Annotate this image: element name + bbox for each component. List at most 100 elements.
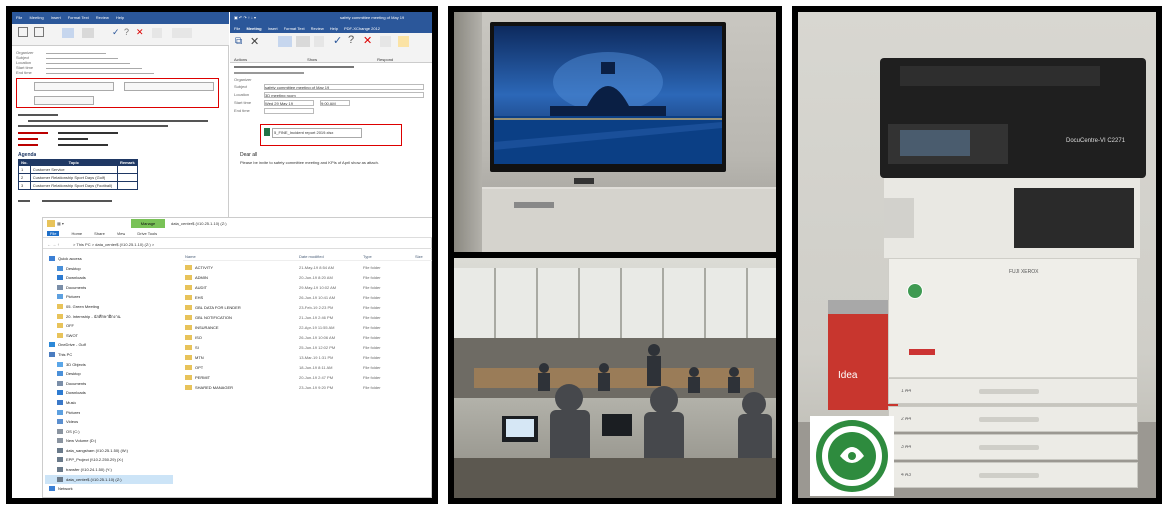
field-input[interactable] (46, 71, 154, 74)
file-row[interactable]: ADMIN 20-Jun-19 8:20 AM File folder (183, 273, 432, 283)
nav-item[interactable]: Downloads (45, 273, 173, 283)
file-row[interactable]: AUDIT 29-May-19 10:02 AM File folder (183, 283, 432, 293)
ribbon-tab[interactable]: Insert (268, 26, 278, 31)
qat-icons[interactable]: ▣ ↶ ↷ ↑ ↓ ▾ (234, 15, 256, 20)
col-date[interactable]: Date modified (299, 254, 324, 259)
nav-item[interactable]: OneDrive - Gulf (45, 340, 173, 350)
file-row[interactable]: SHARED MANAGER 23-Jun-19 9:20 PM File fold… (183, 383, 432, 393)
col-name[interactable]: Name (185, 254, 196, 259)
appointment-icon[interactable] (62, 28, 74, 38)
ribbon-tab[interactable]: Insert (51, 15, 61, 20)
nav-item[interactable]: Desktop (45, 264, 173, 274)
ribbon-tab[interactable]: File (47, 231, 60, 236)
nav-item[interactable]: OS (C:) (45, 427, 173, 437)
attachment-chip[interactable] (34, 96, 94, 105)
end-date-field[interactable] (264, 108, 314, 114)
tentative-icon[interactable]: ? (124, 27, 129, 37)
ribbon-tab[interactable]: Help (330, 26, 338, 31)
file-row[interactable]: ISO 26-Jun-19 10:06 AM File folder (183, 333, 432, 343)
tray-handle[interactable] (979, 417, 1039, 422)
ribbon-tab[interactable]: Help (116, 15, 124, 20)
ribbon-tab[interactable]: Format Text (284, 26, 305, 31)
field-input[interactable] (46, 51, 106, 54)
respond-icon[interactable] (398, 36, 409, 47)
ribbon-tab[interactable]: File (234, 26, 240, 31)
scheduling-icon[interactable] (82, 28, 94, 38)
nav-item[interactable]: Documents (45, 379, 173, 389)
ribbon-icon[interactable] (34, 27, 44, 37)
field-input[interactable] (46, 56, 118, 59)
subject-field[interactable]: safety committee meeting of May 19 (264, 84, 424, 90)
manage-tab[interactable]: Manage (131, 219, 165, 228)
ribbon-tab[interactable]: File (16, 15, 22, 20)
ribbon-tab[interactable]: Format Text (68, 15, 89, 20)
paper-tray[interactable]: 3 A4 (888, 434, 1138, 460)
nav-item[interactable]: Downloads (45, 388, 173, 398)
start-date-field[interactable]: Wed 29 May 19 (264, 100, 314, 106)
decline-icon[interactable]: ✕ (363, 34, 372, 47)
nav-item[interactable]: Videos (45, 417, 173, 427)
address-path[interactable]: > This PC > data_center$ (\\10.25.1.10) … (73, 242, 154, 247)
file-row[interactable]: EHS 26-Jun-19 10:41 AM File folder (183, 293, 432, 303)
ribbon-tab[interactable]: Review (311, 26, 324, 31)
ribbon-tab[interactable]: Meeting (246, 26, 261, 31)
options-icon[interactable] (172, 28, 192, 38)
nav-item[interactable]: data_sangsham (\\10.25.1.50) (W:) (45, 446, 173, 456)
nav-item[interactable]: 05. Green Meeting (45, 302, 173, 312)
appointment-icon[interactable] (278, 36, 292, 47)
nav-item[interactable]: Pictures (45, 408, 173, 418)
file-row[interactable]: ACTIVITY 21-May-19 8:54 AM File folder (183, 263, 432, 273)
col-size[interactable]: Size (415, 254, 423, 259)
nav-item[interactable]: data_center$ (\\10.25.1.10) (Z:) (45, 474, 173, 485)
attachment-chip[interactable] (34, 82, 114, 91)
ribbon-tab[interactable]: Share (94, 231, 105, 236)
tray-handle[interactable] (979, 445, 1039, 450)
col-type[interactable]: Type (363, 254, 372, 259)
nav-item[interactable]: This PC (45, 350, 173, 360)
attachment-chip[interactable]: 5_FINE_Incident report 2019.xlsx (272, 128, 362, 138)
accept-icon[interactable]: ✓ (112, 27, 120, 38)
file-row[interactable]: PERMIT 20-Jun-19 2:47 PM File folder (183, 373, 432, 383)
nav-item[interactable]: Network (45, 484, 173, 494)
nav-item[interactable]: OFF (45, 321, 173, 331)
paper-tray[interactable]: 2 A4 (888, 406, 1138, 432)
decline-icon[interactable]: ✕ (136, 27, 144, 38)
nav-item[interactable]: New Volume (D:) (45, 436, 173, 446)
ribbon-tab[interactable]: Home (71, 231, 82, 236)
field-input[interactable] (46, 61, 130, 64)
nav-arrows[interactable]: ← → ↑ (47, 242, 59, 247)
join-icon[interactable]: ⧉ (235, 36, 242, 47)
nav-item[interactable]: transfer (\\10.24.1.50) (Y:) (45, 465, 173, 475)
tentative-icon[interactable]: ? (348, 34, 354, 46)
ribbon-tab[interactable]: Review (96, 15, 109, 20)
tray-handle[interactable] (979, 389, 1039, 394)
nav-item[interactable]: Desktop (45, 369, 173, 379)
ribbon-icon[interactable] (18, 27, 28, 37)
file-row[interactable]: SI 25-Jun-19 12:02 PM File folder (183, 343, 432, 353)
field-input[interactable] (46, 66, 142, 69)
scheduling-icon[interactable] (296, 36, 310, 47)
paper-tray[interactable]: 4 A3 (888, 462, 1138, 488)
nav-item[interactable]: Quick access (45, 254, 173, 264)
file-row[interactable]: GBL NOTIFICATION 21-Jun-19 2:46 PM File fo… (183, 313, 432, 323)
file-row[interactable]: INSURANCE 22-Apr-19 11:55 AM File folder (183, 323, 432, 333)
ribbon-tab[interactable]: PDF-XChange 2012 (344, 26, 380, 31)
propose-icon[interactable] (152, 28, 162, 38)
accept-icon[interactable]: ✓ (333, 34, 342, 47)
attachment-chip[interactable] (124, 82, 214, 91)
tracking-icon[interactable] (314, 36, 324, 47)
nav-item[interactable]: 3D Objects (45, 360, 173, 370)
location-field[interactable]: 3D meeting room (264, 92, 424, 98)
delete-icon[interactable]: ✕ (250, 35, 259, 48)
file-row[interactable]: MTN 13-Mar-19 1:31 PM File folder (183, 353, 432, 363)
file-row[interactable]: GBL DATA FOR LENDER 23-Feb-19 2:23 PM File… (183, 303, 432, 313)
nav-item[interactable]: Documents (45, 283, 173, 293)
paper-tray[interactable]: 1 A4 (888, 378, 1138, 404)
nav-item[interactable]: SWOT (45, 331, 173, 341)
file-row[interactable]: OPT 18-Jun-19 8:11 AM File folder (183, 363, 432, 373)
nav-item[interactable]: Music (45, 398, 173, 408)
ribbon-tab[interactable]: Meeting (29, 15, 43, 20)
ribbon-tab[interactable]: Drive Tools (137, 231, 157, 236)
ribbon-tab[interactable]: View (117, 231, 126, 236)
tray-handle[interactable] (979, 473, 1039, 478)
